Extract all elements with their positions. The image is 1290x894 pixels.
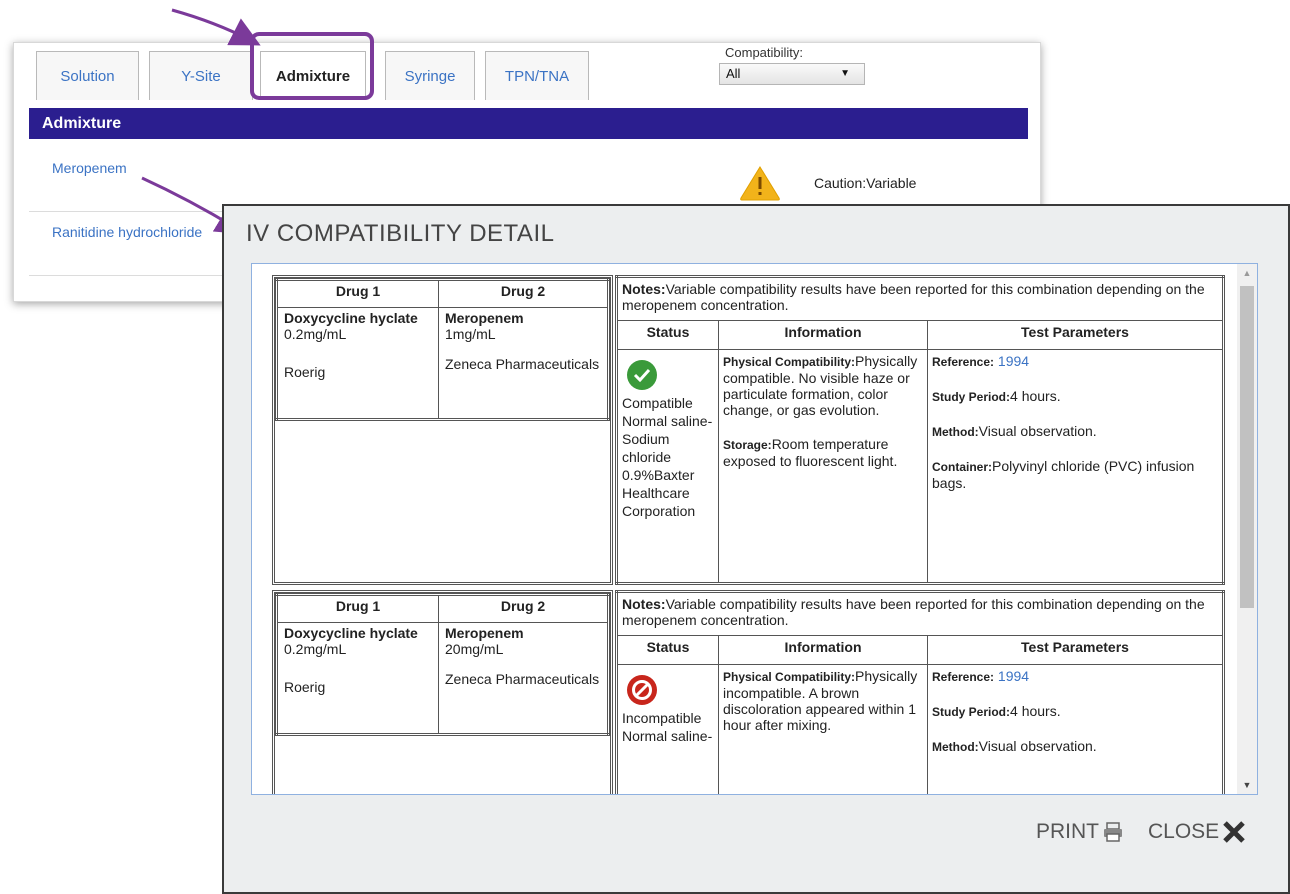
method-value: Visual observation. (978, 423, 1097, 439)
drug2-concentration: 1mg/mL (445, 326, 496, 342)
drug1-manufacturer: Roerig (284, 679, 326, 695)
study-period-label: Study Period: (932, 705, 1011, 719)
test-parameters-cell: Reference: 1994 Study Period:4 hours. Me… (927, 664, 1224, 794)
drug1-name: Doxycycline hyclate (284, 310, 418, 326)
study-period-value: 4 hours. (1010, 703, 1061, 719)
information-header: Information (718, 320, 928, 350)
notes-cell: Notes:Variable compatibility results hav… (616, 591, 1224, 636)
modal-title: IV COMPATIBILITY DETAIL (246, 220, 555, 247)
study-period-label: Study Period: (932, 390, 1011, 404)
drug1-concentration: 0.2mg/mL (284, 326, 347, 342)
status-cell: Compatible Normal saline-Sodium chloride… (616, 349, 719, 584)
notes-text: Variable compatibility results have been… (622, 281, 1205, 313)
status-header: Status (616, 320, 719, 350)
drug2-name: Meropenem (445, 625, 524, 641)
drug2-concentration: 20mg/mL (445, 641, 504, 657)
method-label: Method: (932, 740, 979, 754)
physical-compat-label: Physical Compatibility: (723, 670, 856, 684)
drug2-header: Drug 2 (438, 279, 609, 308)
status-header: Status (616, 635, 719, 665)
container-label: Container: (932, 460, 992, 474)
reference-link[interactable]: 1994 (998, 353, 1029, 369)
detail-scroll-area[interactable]: Drug 1 Drug 2 Doxycycline hyclate 0.2mg/… (251, 263, 1258, 795)
notes-label: Notes: (622, 596, 666, 612)
status-cell: Incompatible Normal saline- (616, 664, 719, 794)
method-value: Visual observation. (978, 738, 1097, 754)
close-x-icon (1223, 821, 1245, 843)
iv-compatibility-modal: IV COMPATIBILITY DETAIL Drug 1 Drug 2 Do… (222, 204, 1290, 894)
print-button[interactable]: PRINT (1036, 820, 1124, 844)
status-text: Incompatible Normal saline- (622, 710, 713, 744)
printer-icon (1104, 822, 1122, 842)
reference-label: Reference: (932, 670, 995, 684)
drug2-name: Meropenem (445, 310, 524, 326)
drug1-manufacturer: Roerig (284, 364, 326, 380)
drug1-name: Doxycycline hyclate (284, 625, 418, 641)
close-label: CLOSE (1148, 820, 1220, 843)
notes-label: Notes: (622, 281, 666, 297)
drug1-header: Drug 1 (276, 279, 439, 308)
drug1-concentration: 0.2mg/mL (284, 641, 347, 657)
storage-label: Storage: (723, 438, 772, 452)
information-cell: Physical Compatibility:Physically compat… (718, 349, 928, 584)
information-cell: Physical Compatibility:Physically incomp… (718, 664, 928, 794)
drug1-header: Drug 1 (276, 594, 439, 623)
drug2-manufacturer: Zeneca Pharmaceuticals (445, 356, 600, 372)
study-period-value: 4 hours. (1010, 388, 1061, 404)
method-label: Method: (932, 425, 979, 439)
drug-table: Drug 1 Drug 2 Doxycycline hyclate 0.2mg/… (275, 593, 610, 736)
information-header: Information (718, 635, 928, 665)
vertical-scrollbar[interactable]: ▲ ▼ (1237, 264, 1257, 794)
status-text: Compatible Normal saline-Sodium chloride… (622, 395, 713, 519)
scrollbar-thumb[interactable] (1240, 286, 1254, 608)
drug2-manufacturer: Zeneca Pharmaceuticals (445, 671, 600, 687)
notes-text: Variable compatibility results have been… (622, 596, 1205, 628)
reference-link[interactable]: 1994 (998, 668, 1029, 684)
drug-table: Drug 1 Drug 2 Doxycycline hyclate 0.2mg/… (275, 278, 610, 421)
notes-cell: Notes:Variable compatibility results hav… (616, 276, 1224, 321)
no-entry-icon (627, 675, 657, 705)
drug2-header: Drug 2 (438, 594, 609, 623)
print-label: PRINT (1036, 820, 1099, 843)
close-button[interactable]: CLOSE (1148, 820, 1246, 844)
scroll-down-icon[interactable]: ▼ (1237, 780, 1257, 790)
detail-table: Notes:Variable compatibility results hav… (615, 590, 1225, 794)
scroll-up-icon[interactable]: ▲ (1237, 268, 1257, 278)
physical-compat-label: Physical Compatibility: (723, 355, 856, 369)
test-parameters-cell: Reference: 1994 Study Period:4 hours. Me… (927, 349, 1224, 584)
check-circle-icon (627, 360, 657, 390)
arrow-icon (171, 8, 261, 46)
detail-table: Notes:Variable compatibility results hav… (615, 275, 1225, 585)
test-parameters-header: Test Parameters (927, 635, 1224, 665)
test-parameters-header: Test Parameters (927, 320, 1224, 350)
reference-label: Reference: (932, 355, 995, 369)
